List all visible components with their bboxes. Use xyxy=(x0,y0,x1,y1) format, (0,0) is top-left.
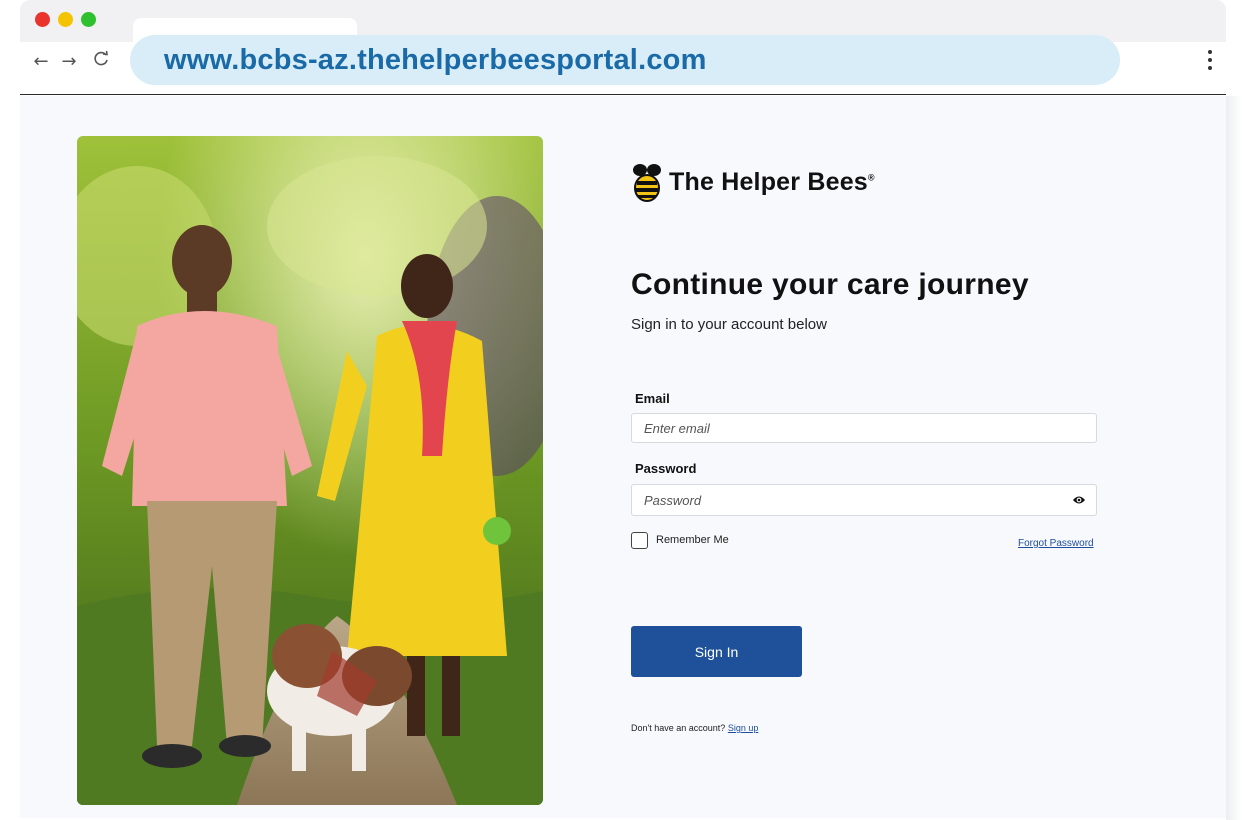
minimize-window-dot[interactable] xyxy=(58,12,73,27)
sign-in-button[interactable]: Sign In xyxy=(631,626,802,677)
password-input[interactable] xyxy=(632,485,1096,515)
signup-prompt: Don't have an account? Sign up xyxy=(631,723,758,733)
address-bar[interactable]: www.bcbs-az.thehelperbeesportal.com xyxy=(130,35,1120,85)
remember-me-label: Remember Me xyxy=(656,534,729,546)
bee-icon xyxy=(633,164,661,202)
brand-name: The Helper Bees® xyxy=(669,167,875,196)
hero-photo xyxy=(77,136,543,805)
show-password-icon[interactable] xyxy=(1072,494,1086,506)
forgot-password-link[interactable]: Forgot Password xyxy=(1018,538,1094,549)
email-input[interactable] xyxy=(632,414,1096,442)
page-title: Continue your care journey xyxy=(631,268,1029,301)
back-arrow-icon[interactable]: ← xyxy=(30,50,52,74)
login-page: The Helper Bees® Continue your care jour… xyxy=(20,96,1226,818)
url-text: www.bcbs-az.thehelperbeesportal.com xyxy=(164,43,707,76)
browser-menu-icon[interactable] xyxy=(1206,50,1214,70)
remember-me-checkbox[interactable] xyxy=(631,532,648,549)
no-account-text: Don't have an account? xyxy=(631,723,726,733)
couple-walking-dog-image xyxy=(77,136,543,805)
brand-logo: The Helper Bees® xyxy=(631,162,875,202)
password-field-wrapper xyxy=(631,484,1097,516)
forward-arrow-icon[interactable]: → xyxy=(58,50,80,74)
maximize-window-dot[interactable] xyxy=(81,12,96,27)
sign-up-link[interactable]: Sign up xyxy=(728,723,759,733)
browser-window-chrome: ← → www.bcbs-az.thehelperbeesportal.com xyxy=(20,0,1226,95)
window-controls xyxy=(35,12,96,27)
page-edge-shadow xyxy=(1226,96,1242,820)
reload-icon[interactable] xyxy=(90,50,112,75)
password-label: Password xyxy=(635,461,697,476)
email-field-wrapper xyxy=(631,413,1097,443)
page-subtitle: Sign in to your account below xyxy=(631,316,827,333)
email-label: Email xyxy=(635,391,670,406)
close-window-dot[interactable] xyxy=(35,12,50,27)
reload-glyph xyxy=(94,50,108,66)
